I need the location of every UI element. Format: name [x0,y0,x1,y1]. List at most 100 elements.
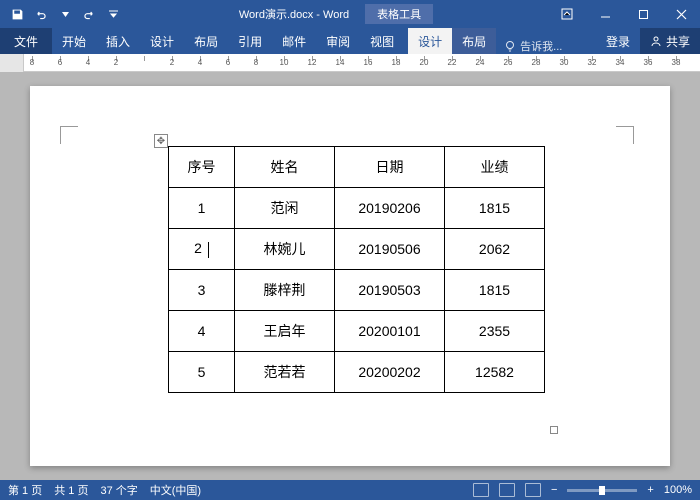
mailings-tab[interactable]: 邮件 [272,28,316,54]
table-cell[interactable]: 2062 [445,229,545,270]
undo-dropdown-icon[interactable] [54,3,76,25]
table-move-handle-icon[interactable]: ✥ [154,134,168,148]
table-header[interactable]: 姓名 [235,147,335,188]
minimize-icon[interactable] [586,0,624,28]
table-header[interactable]: 日期 [335,147,445,188]
table-cell[interactable]: 1 [169,188,235,229]
ruler-mark: 22 [448,58,457,67]
layout-tab[interactable]: 布局 [184,28,228,54]
zoom-in-icon[interactable]: + [647,484,653,496]
zoom-out-icon[interactable]: − [551,484,557,496]
table-cell[interactable]: 4 [169,311,235,352]
table-row[interactable]: 1范闲201902061815 [169,188,545,229]
ruler-mark: 14 [336,58,345,67]
design-tab[interactable]: 设计 [140,28,184,54]
table-row[interactable]: 4王启年202001012355 [169,311,545,352]
ruler-corner [0,54,24,72]
share-icon [650,35,662,47]
tell-me[interactable]: 告诉我... [504,38,562,54]
qat-customize-icon[interactable] [102,3,124,25]
table-cell[interactable]: 20190506 [335,229,445,270]
print-layout-icon[interactable] [499,483,515,497]
table-cell[interactable]: 5 [169,352,235,393]
text-cursor [208,242,209,258]
file-tab[interactable]: 文件 [0,28,52,54]
redo-icon[interactable] [78,3,100,25]
status-lang[interactable]: 中文(中国) [150,482,201,498]
ruler-mark: 24 [476,58,485,67]
view-tab[interactable]: 视图 [360,28,404,54]
ribbon-options-icon[interactable] [548,0,586,28]
page[interactable]: ✥ 序号姓名日期业绩 1范闲2019020618152林婉儿2019050620… [30,86,670,466]
read-mode-icon[interactable] [473,483,489,497]
ruler-mark: 36 [644,58,653,67]
ruler-mark: 16 [364,58,373,67]
zoom-level[interactable]: 100% [664,484,692,496]
web-layout-icon[interactable] [525,483,541,497]
ruler-mark: 28 [532,58,541,67]
ruler-mark: 12 [308,58,317,67]
table-cell[interactable]: 20190206 [335,188,445,229]
table-header[interactable]: 序号 [169,147,235,188]
status-pages[interactable]: 共 1 页 [54,482,88,498]
table-cell[interactable]: 林婉儿 [235,229,335,270]
table-layout-tab[interactable]: 布局 [452,28,496,54]
status-bar: 第 1 页 共 1 页 37 个字 中文(中国) − + 100% [0,480,700,500]
table-cell[interactable]: 1815 [445,188,545,229]
table-design-tab[interactable]: 设计 [408,28,452,54]
table-row[interactable]: 5范若若2020020212582 [169,352,545,393]
table-row[interactable]: 3滕梓荆201905031815 [169,270,545,311]
table-cell[interactable]: 范若若 [235,352,335,393]
quick-access-toolbar [0,3,124,25]
review-tab[interactable]: 审阅 [316,28,360,54]
table-resize-handle[interactable] [550,426,558,434]
status-words[interactable]: 37 个字 [100,482,137,498]
undo-icon[interactable] [30,3,52,25]
status-right: − + 100% [473,483,692,497]
document-area[interactable]: ✥ 序号姓名日期业绩 1范闲2019020618152林婉儿2019050620… [0,72,700,480]
ruler-mark: 4 [198,58,202,67]
ruler-mark: 6 [58,58,62,67]
ruler-mark: 20 [420,58,429,67]
ruler-mark: 32 [588,58,597,67]
save-icon[interactable] [6,3,28,25]
ruler-mark: 26 [504,58,513,67]
ruler-mark: 8 [254,58,258,67]
table-tools-group: 设计 布局 [408,28,496,54]
signin-button[interactable]: 登录 [596,33,640,50]
window-controls [548,0,700,28]
zoom-slider[interactable] [567,489,637,492]
account-group: 登录 共享 [596,28,700,54]
title-bar: Word演示.docx - Word 表格工具 [0,0,700,28]
table-cell[interactable]: 范闲 [235,188,335,229]
table-row[interactable]: 2林婉儿201905062062 [169,229,545,270]
ruler-mark: 8 [30,58,34,67]
share-button[interactable]: 共享 [640,28,700,54]
data-table[interactable]: 序号姓名日期业绩 1范闲2019020618152林婉儿201905062062… [168,146,545,393]
contextual-tab-label: 表格工具 [365,4,433,24]
table-cell[interactable]: 12582 [445,352,545,393]
home-tab[interactable]: 开始 [52,28,96,54]
table-cell[interactable]: 2355 [445,311,545,352]
insert-tab[interactable]: 插入 [96,28,140,54]
ruler-mark: 18 [392,58,401,67]
table-cell[interactable]: 王启年 [235,311,335,352]
status-page[interactable]: 第 1 页 [8,482,42,498]
table-header[interactable]: 业绩 [445,147,545,188]
margin-corner-tl [60,126,78,144]
table-cell[interactable]: 3 [169,270,235,311]
ruler: 86422468101214161820222426283032343638 [0,54,700,72]
table-cell[interactable]: 2 [169,229,235,270]
title-center: Word演示.docx - Word 表格工具 [124,4,548,24]
maximize-icon[interactable] [624,0,662,28]
horizontal-ruler[interactable]: 86422468101214161820222426283032343638 [24,54,700,71]
references-tab[interactable]: 引用 [228,28,272,54]
table-cell[interactable]: 滕梓荆 [235,270,335,311]
table-cell[interactable]: 1815 [445,270,545,311]
table-cell[interactable]: 20200101 [335,311,445,352]
ruler-mark: 38 [672,58,681,67]
table-cell[interactable]: 20190503 [335,270,445,311]
ribbon-tabs: 文件 开始 插入 设计 布局 引用 邮件 审阅 视图 设计 布局 告诉我... … [0,28,700,54]
close-icon[interactable] [662,0,700,28]
table-cell[interactable]: 20200202 [335,352,445,393]
